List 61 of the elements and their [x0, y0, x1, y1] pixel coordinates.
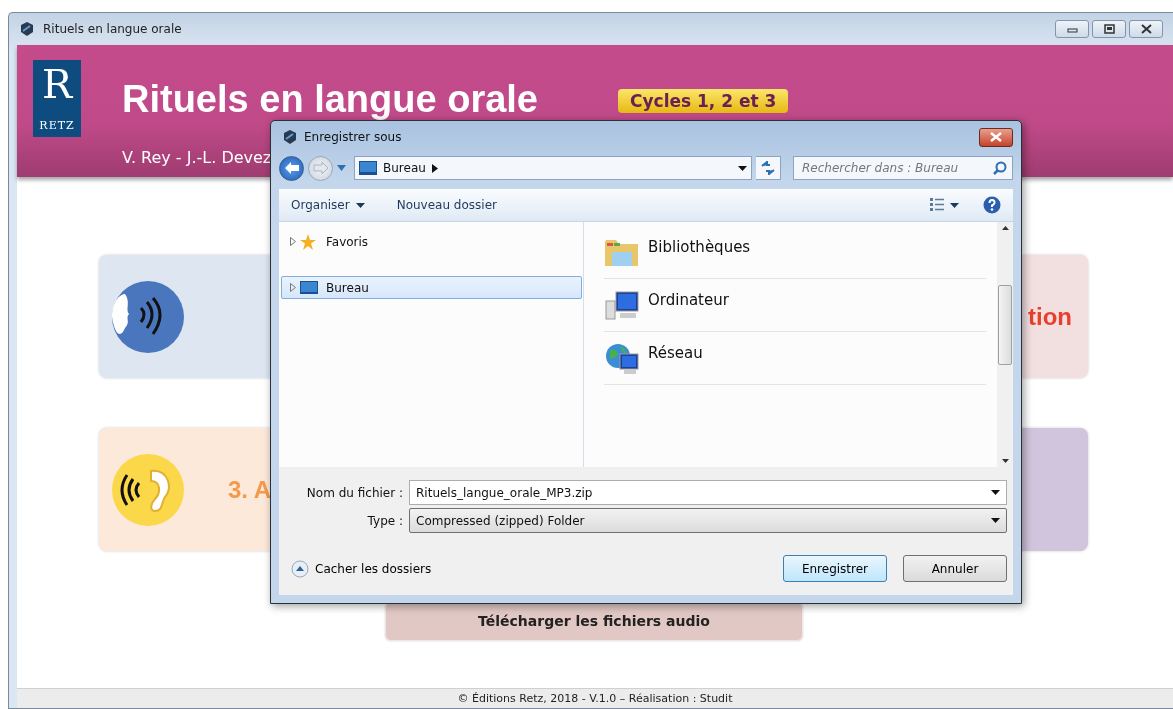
scrollbar[interactable] [997, 222, 1013, 467]
dropdown-icon[interactable] [738, 165, 747, 171]
back-button[interactable] [279, 155, 304, 181]
view-options-button[interactable] [930, 197, 959, 213]
save-button[interactable]: Enregistrer [783, 555, 887, 582]
expand-arrow-icon [290, 283, 296, 292]
help-icon [983, 196, 1001, 214]
cycles-badge: Cycles 1, 2 et 3 [618, 89, 789, 113]
cancel-button[interactable]: Annuler [903, 555, 1007, 582]
logo-text: RETZ [39, 118, 75, 134]
address-bar[interactable]: Bureau [354, 156, 752, 180]
dropdown-icon [991, 490, 1000, 495]
search-icon [993, 161, 1007, 175]
close-button[interactable] [1129, 20, 1163, 38]
help-button[interactable] [983, 196, 1001, 214]
library-item[interactable]: Bibliothèques [604, 226, 986, 279]
organize-button[interactable]: Organiser [291, 196, 365, 214]
app-title: Rituels en langue orale [122, 80, 538, 118]
refresh-icon [760, 161, 776, 175]
collapse-icon [291, 559, 309, 578]
back-arrow-icon [283, 161, 300, 175]
scroll-down-icon [1001, 459, 1009, 463]
dropdown-icon [991, 518, 1000, 523]
ear-icon [111, 452, 185, 527]
hide-folders-button[interactable]: Cacher les dossiers [291, 559, 432, 578]
nav-item[interactable]: Favoris [281, 230, 582, 253]
forward-arrow-icon [312, 161, 329, 175]
file-type-select[interactable]: Compressed (zipped) Folder [409, 508, 1007, 533]
nav-item[interactable]: Bureau [281, 276, 582, 299]
app-icon [282, 129, 298, 145]
new-folder-button[interactable]: Nouveau dossier [396, 196, 497, 214]
close-button[interactable] [979, 127, 1013, 147]
library-item[interactable]: Réseau [604, 332, 986, 385]
search-field[interactable]: Rechercher dans : Bureau [793, 156, 1013, 180]
expand-arrow-icon [290, 237, 296, 246]
scroll-up-icon [1001, 226, 1009, 230]
list-view-icon [930, 197, 944, 213]
app-icon [19, 21, 35, 37]
star-icon [300, 233, 318, 250]
field-label: Nom du fichier : [305, 484, 404, 502]
library-item[interactable]: Ordinateur [604, 279, 986, 332]
refresh-button[interactable] [756, 156, 781, 180]
close-icon [989, 132, 1003, 142]
dropdown-icon [355, 202, 365, 208]
download-button[interactable]: Télécharger les fichiers audio [385, 602, 803, 641]
dialog-title: Enregistrer sous [304, 129, 402, 146]
authors-text: V. Rey - J.-L. Devez [122, 147, 272, 169]
network-icon [604, 342, 640, 376]
window-title: Rituels en langue orale [43, 21, 182, 38]
file-name-field[interactable]: Rituels_langue_orale_MP3.zip [409, 480, 1007, 505]
desktop-icon [359, 161, 377, 175]
chevron-icon [431, 163, 438, 173]
speaking-head-icon [111, 279, 185, 354]
address-text: Bureau [383, 160, 426, 177]
maximize-button[interactable] [1092, 20, 1126, 38]
footer-text: © Éditions Retz, 2018 - V.1.0 – Réalisation : Studit [17, 688, 1173, 708]
field-label: Type : [366, 512, 404, 530]
computer-icon [604, 289, 640, 323]
dropdown-icon [950, 202, 959, 208]
logo-letter: R [41, 60, 73, 108]
desktop-icon [300, 279, 318, 296]
